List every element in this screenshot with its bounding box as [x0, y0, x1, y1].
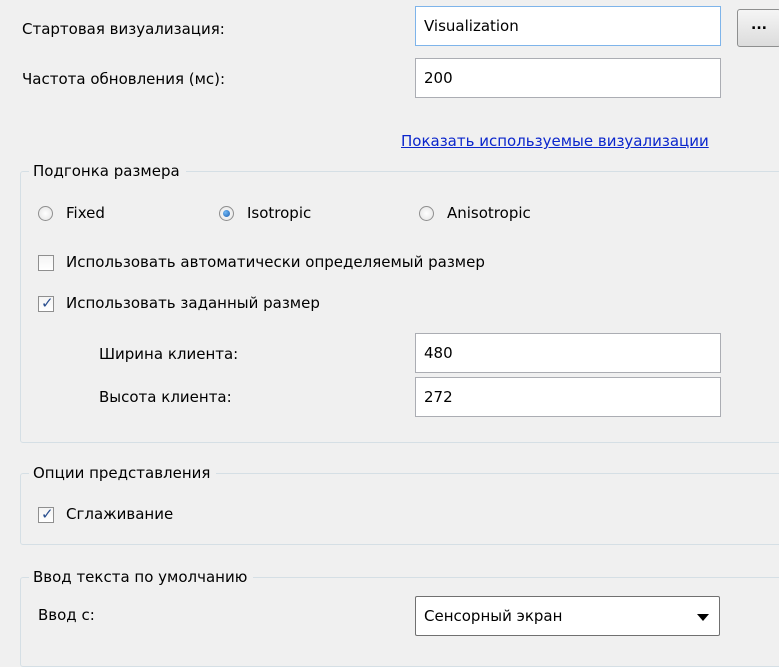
- check-mark-icon: ✓: [41, 505, 54, 523]
- presentation-legend: Опции представления: [29, 464, 217, 482]
- antialias-checkbox[interactable]: ✓: [38, 505, 54, 523]
- auto-size-checkbox[interactable]: [38, 255, 54, 271]
- browse-button[interactable]: ...: [737, 9, 779, 47]
- chevron-down-icon: [697, 614, 709, 621]
- scaling-legend: Подгонка размера: [29, 162, 186, 180]
- check-mark-icon: ✓: [41, 294, 54, 312]
- client-width-input[interactable]: 480: [415, 333, 721, 373]
- text-input-legend: Ввод текста по умолчанию: [29, 568, 254, 586]
- start-visualization-input[interactable]: Visualization: [415, 6, 721, 46]
- radio-anisotropic[interactable]: [419, 206, 434, 221]
- radio-anisotropic-label[interactable]: Anisotropic: [447, 204, 531, 222]
- radio-isotropic[interactable]: [219, 206, 234, 221]
- update-rate-input[interactable]: 200: [415, 58, 721, 98]
- radio-fixed[interactable]: [38, 206, 53, 221]
- radio-selected-dot-icon: [223, 210, 230, 217]
- client-width-label: Ширина клиента:: [99, 345, 239, 363]
- radio-fixed-label[interactable]: Fixed: [66, 204, 105, 222]
- custom-size-label[interactable]: Использовать заданный размер: [66, 294, 320, 312]
- radio-isotropic-label[interactable]: Isotropic: [247, 204, 311, 222]
- input-from-label: Ввод с:: [38, 606, 95, 624]
- start-visualization-label: Стартовая визуализация:: [22, 20, 225, 38]
- update-rate-label: Частота обновления (мс):: [22, 70, 226, 88]
- custom-size-checkbox[interactable]: ✓: [38, 294, 54, 312]
- show-used-visualizations-link[interactable]: Показать используемые визуализации: [401, 132, 709, 150]
- client-height-label: Высота клиента:: [99, 388, 232, 406]
- input-from-dropdown[interactable]: Сенсорный экран: [415, 596, 720, 636]
- antialias-label[interactable]: Сглаживание: [66, 505, 173, 523]
- client-height-input[interactable]: 272: [415, 377, 721, 417]
- auto-size-label[interactable]: Использовать автоматически определяемый …: [66, 253, 485, 271]
- input-from-value: Сенсорный экран: [424, 607, 563, 625]
